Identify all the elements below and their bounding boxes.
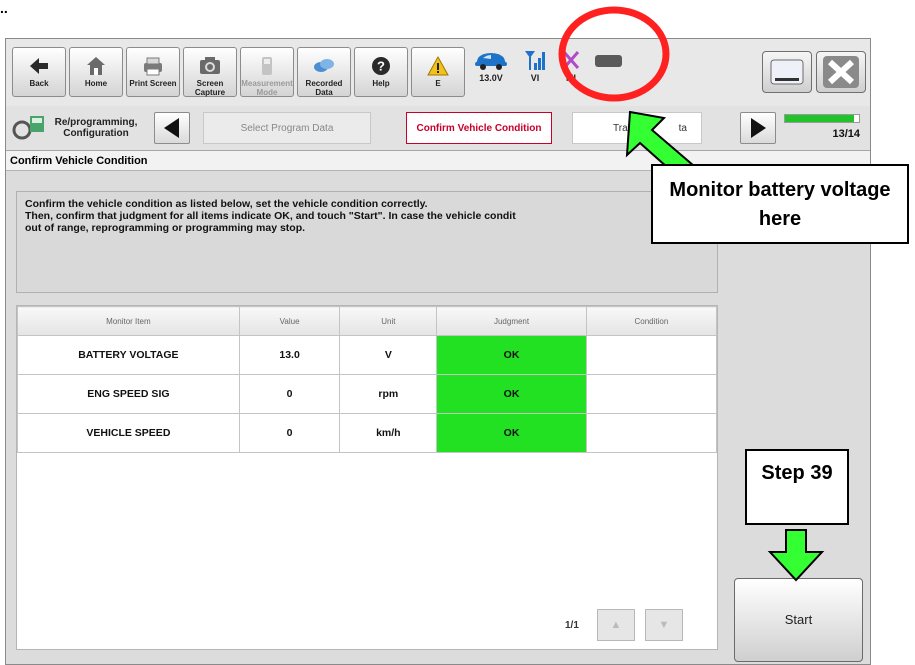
highlight-circle — [558, 6, 670, 102]
step-arrow — [767, 529, 825, 582]
step-callout: Step 39 — [745, 449, 849, 525]
battery-voltage-callout: Monitor battery voltage here — [651, 164, 909, 244]
annotation-overlay — [558, 6, 825, 582]
